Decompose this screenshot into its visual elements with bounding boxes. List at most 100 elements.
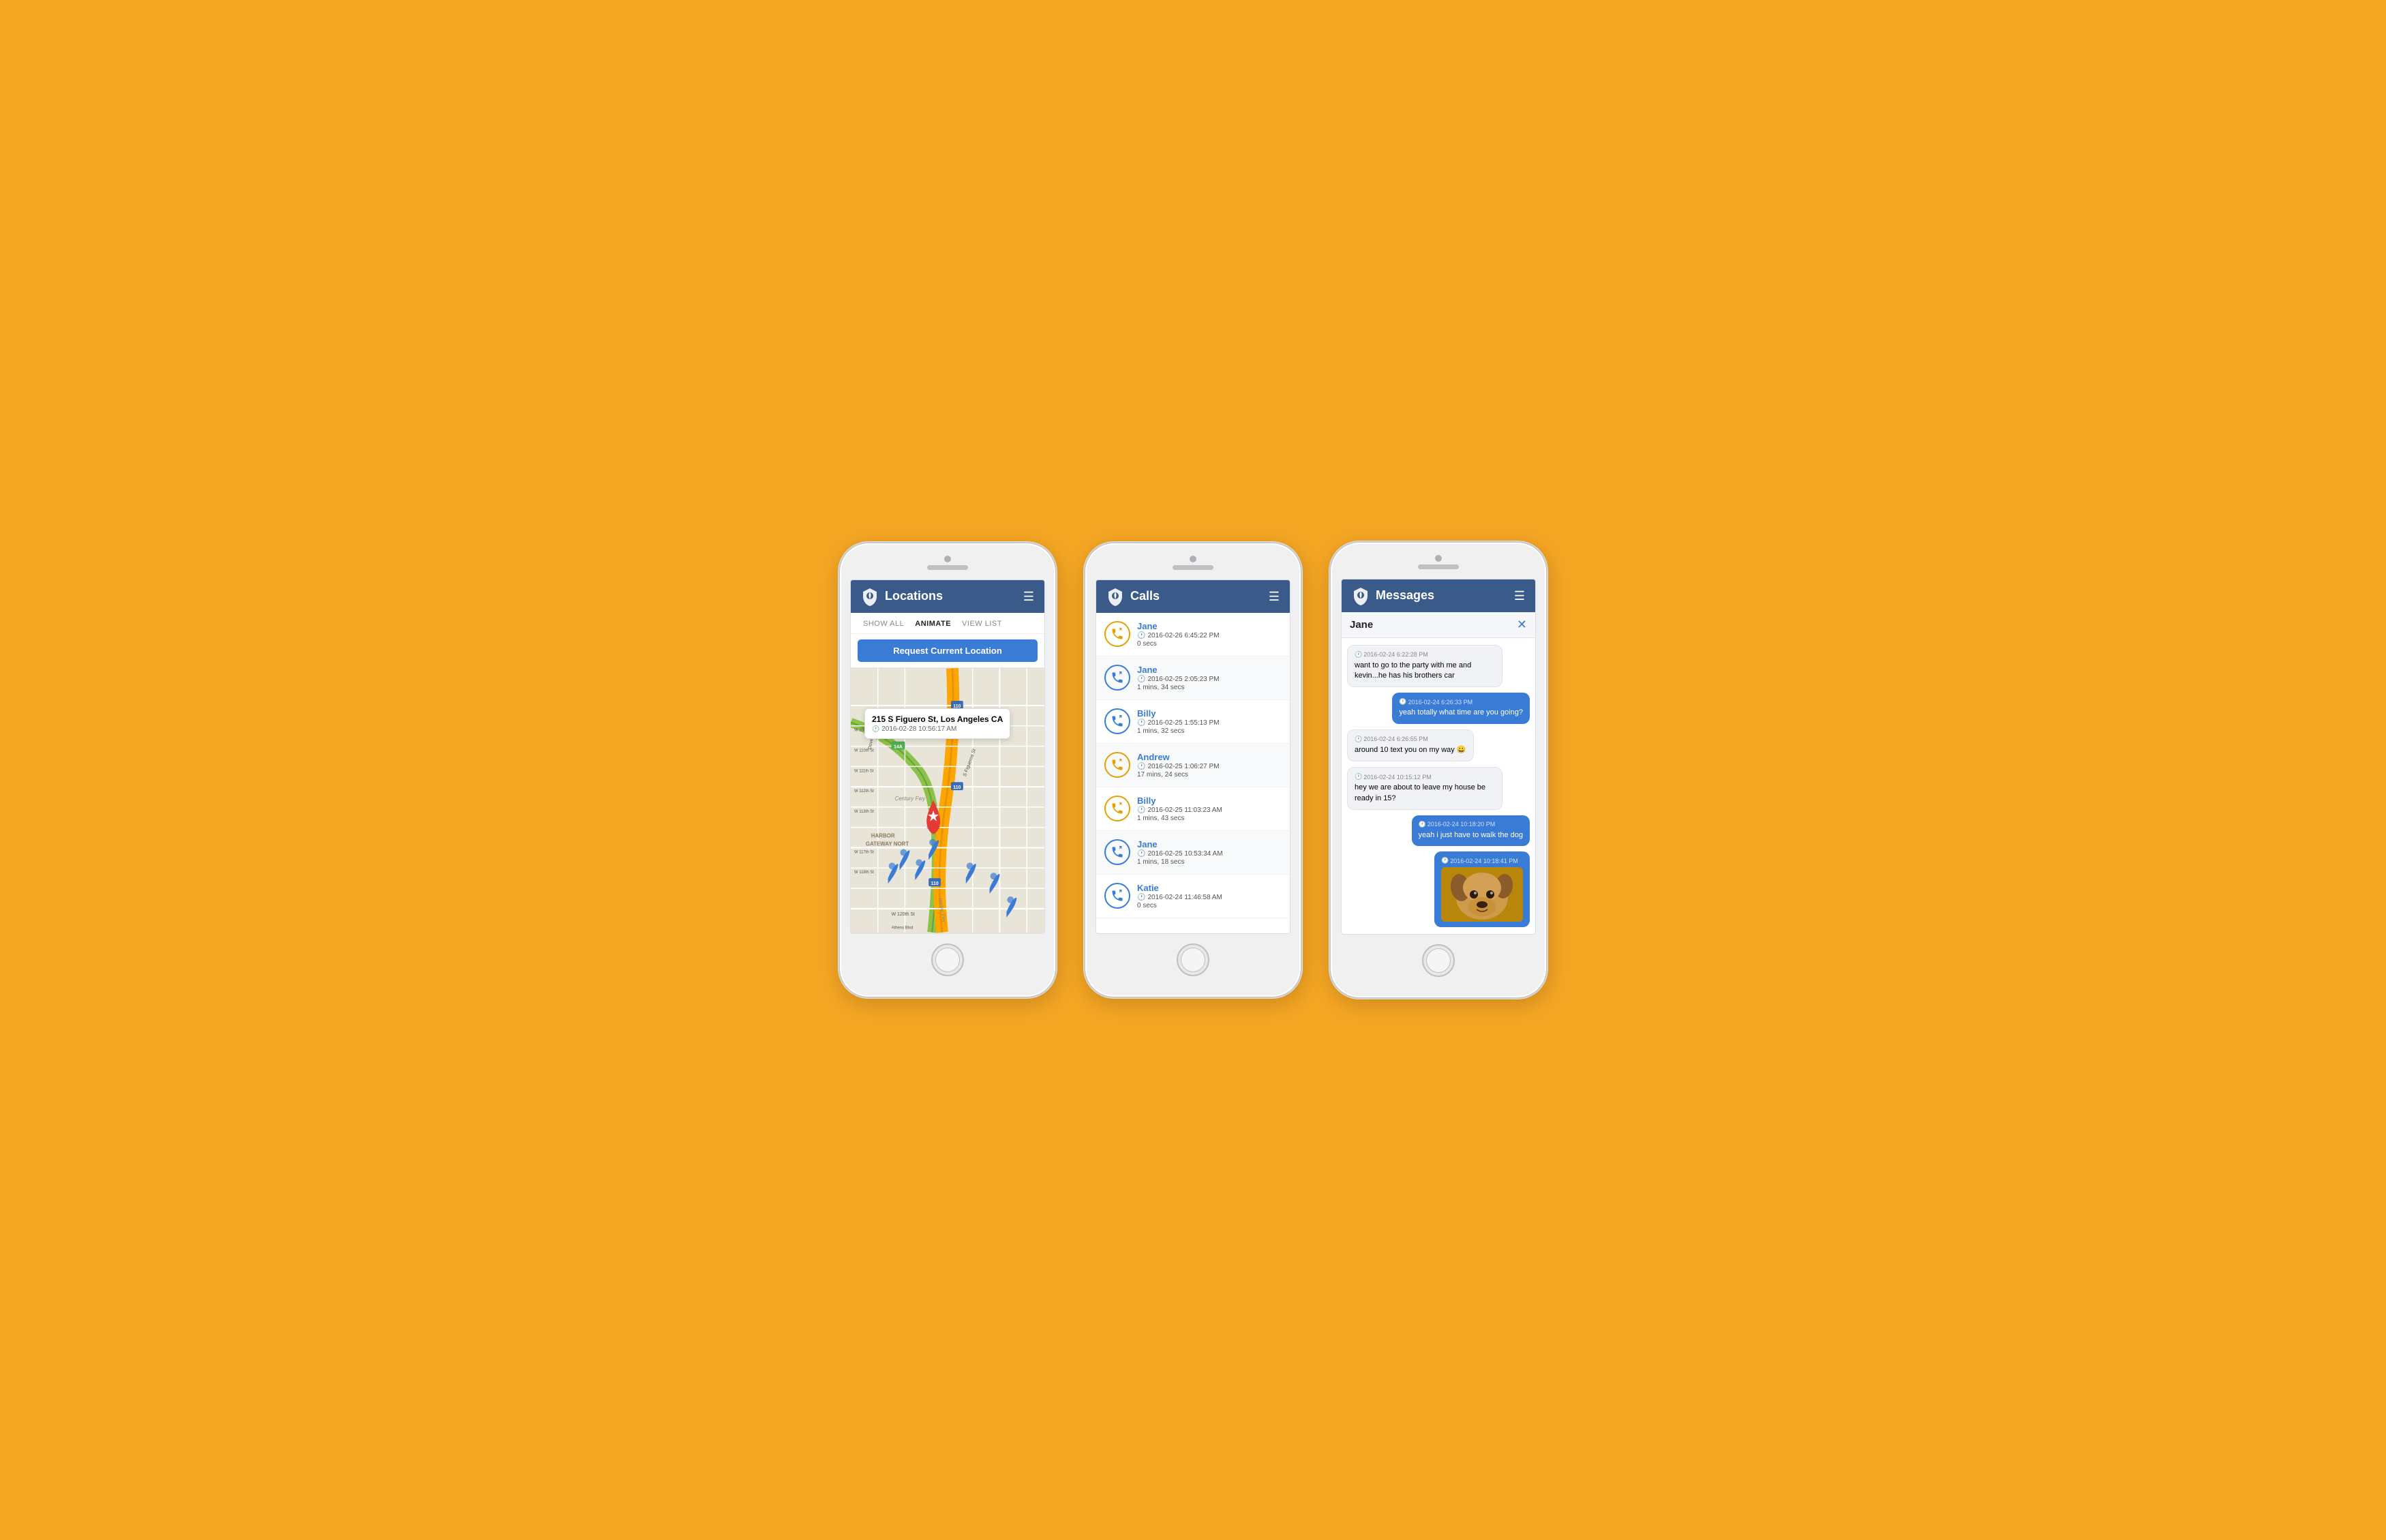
home-button-1[interactable] [931,943,964,976]
hamburger-icon-3[interactable]: ☰ [1514,590,1526,602]
messages-list: 🕐2016-02-24 6:22:28 PMwant to go to the … [1342,638,1535,935]
call-name: Jane [1137,839,1282,849]
call-details: Andrew 🕐2016-02-25 1:06:27 PM 17 mins, 2… [1137,752,1282,779]
call-name: Jane [1137,621,1282,631]
messages-header: Messages ☰ [1342,579,1535,612]
call-item[interactable]: Jane 🕐2016-02-25 2:05:23 PM 1 mins, 34 s… [1096,656,1290,700]
call-item[interactable]: Andrew 🕐2016-02-25 1:06:27 PM 17 mins, 2… [1096,744,1290,787]
shield-icon-messages [1351,586,1370,605]
hamburger-icon-2[interactable]: ☰ [1269,590,1280,603]
request-location-button[interactable]: Request Current Location [858,639,1038,662]
home-button-inner-3 [1426,948,1451,973]
call-item[interactable]: Billy 🕐2016-02-25 11:03:23 AM 1 mins, 43… [1096,787,1290,831]
home-button-inner-1 [935,948,960,972]
call-details: Katie 🕐2016-02-24 11:46:58 AM 0 secs [1137,883,1282,909]
call-duration: 1 mins, 43 secs [1137,815,1282,822]
svg-text:W 112th St: W 112th St [854,789,874,794]
svg-text:Athens Blvd: Athens Blvd [892,926,913,931]
home-button-3[interactable] [1422,944,1455,977]
call-item[interactable]: Billy 🕐2016-02-25 1:55:13 PM 1 mins, 32 … [1096,700,1290,744]
svg-text:W 111th St: W 111th St [854,769,874,773]
clock-icon-popup: 🕐 [872,725,879,733]
front-camera-3 [1435,555,1442,562]
msg-time: 🕐2016-02-24 10:18:41 PM [1441,857,1523,864]
screen-locations: Locations ☰ SHOW ALL ANIMATE VIEW LIST R… [850,579,1045,934]
call-name: Jane [1137,665,1282,675]
call-icon [1104,752,1130,778]
svg-text:Century Fwy: Century Fwy [895,796,926,802]
msg-time: 🕐2016-02-24 10:18:20 PM [1419,821,1523,828]
call-item[interactable]: Katie 🕐2016-02-24 11:46:58 AM 0 secs [1096,875,1290,918]
message-bubble: 🕐2016-02-24 6:22:28 PMwant to go to the … [1347,645,1502,688]
phone-calls: Calls ☰ Jane 🕐2016-02-26 6:45:22 PM 0 se… [1084,542,1302,998]
home-button-inner-2 [1181,948,1205,972]
call-duration: 17 mins, 24 secs [1137,771,1282,779]
call-details: Billy 🕐2016-02-25 1:55:13 PM 1 mins, 32 … [1137,708,1282,735]
shield-icon [860,587,879,606]
view-list-btn[interactable]: VIEW LIST [956,618,1008,629]
call-duration: 0 secs [1137,640,1282,648]
call-icon [1104,883,1130,909]
msg-text: want to go to the party with me and kevi… [1355,661,1495,682]
popup-time: 🕐 2016-02-28 10:56:17 AM [872,725,1003,733]
calls-list: Jane 🕐2016-02-26 6:45:22 PM 0 secs Jane … [1096,613,1290,918]
shield-icon-calls [1106,587,1125,606]
contact-name: Jane [1350,619,1373,631]
popup-address: 215 S Figuero St, Los Angeles CA [872,714,1003,724]
call-name: Katie [1137,883,1282,893]
msg-time: 🕐2016-02-24 6:26:33 PM [1399,698,1523,706]
msg-text: around 10 text you on my way 😀 [1355,745,1466,755]
call-details: Jane 🕐2016-02-25 10:53:34 AM 1 mins, 18 … [1137,839,1282,866]
phone-top-2 [1085,556,1301,574]
message-bubble: 🕐2016-02-24 6:26:55 PM around 10 text you… [1347,729,1474,761]
call-time: 🕐2016-02-25 1:06:27 PM [1137,763,1282,770]
message-bubble: 🕐2016-02-24 10:18:20 PM yeah i just have … [1412,815,1530,846]
call-icon [1104,621,1130,647]
call-details: Billy 🕐2016-02-25 11:03:23 AM 1 mins, 43… [1137,796,1282,822]
svg-text:110: 110 [931,881,939,886]
svg-text:W 118th St: W 118th St [854,871,874,875]
dog-image [1441,867,1523,922]
phone-speaker-2 [1173,565,1213,570]
hamburger-icon-1[interactable]: ☰ [1023,590,1035,603]
call-name: Andrew [1137,752,1282,762]
map-area[interactable]: S Figueroa St Dover St 110 110 110 14A H… [851,667,1044,933]
svg-text:HARBOR: HARBOR [871,833,895,839]
header-left: Locations [860,587,943,606]
screen-messages: Messages ☰ Jane ✕ 🕐2016-02-24 6:22:28 PM… [1341,579,1536,935]
call-name: Billy [1137,708,1282,719]
msg-time: 🕐2016-02-24 6:26:55 PM [1355,736,1466,743]
messages-contact-bar: Jane ✕ [1342,612,1535,638]
call-item[interactable]: Jane 🕐2016-02-26 6:45:22 PM 0 secs [1096,613,1290,656]
phone-speaker-3 [1418,564,1459,569]
home-button-2[interactable] [1177,943,1209,976]
locations-header: Locations ☰ [851,580,1044,613]
animate-btn[interactable]: ANIMATE [909,618,956,629]
call-duration: 1 mins, 34 secs [1137,684,1282,691]
call-time: 🕐2016-02-25 1:55:13 PM [1137,719,1282,727]
svg-text:14A: 14A [894,745,903,750]
msg-time: 🕐2016-02-24 10:15:12 PM [1355,773,1495,781]
header-left-calls: Calls [1106,587,1160,606]
locations-title: Locations [885,589,943,603]
svg-text:W 110th St: W 110th St [854,749,874,753]
call-icon [1104,708,1130,734]
call-item[interactable]: Jane 🕐2016-02-25 10:53:34 AM 1 mins, 18 … [1096,831,1290,875]
screen-calls: Calls ☰ Jane 🕐2016-02-26 6:45:22 PM 0 se… [1096,579,1290,934]
header-left-messages: Messages [1351,586,1434,605]
phone-top-1 [840,556,1055,574]
phone-locations: Locations ☰ SHOW ALL ANIMATE VIEW LIST R… [839,542,1057,998]
call-details: Jane 🕐2016-02-25 2:05:23 PM 1 mins, 34 s… [1137,665,1282,691]
call-duration: 1 mins, 32 secs [1137,727,1282,735]
front-camera-1 [944,556,951,562]
msg-text: yeah i just have to walk the dog [1419,830,1523,841]
calls-title: Calls [1130,589,1160,603]
message-bubble: 🕐2016-02-24 10:15:12 PMhey we are about … [1347,767,1502,810]
call-time: 🕐2016-02-25 10:53:34 AM [1137,850,1282,858]
show-all-btn[interactable]: SHOW ALL [858,618,909,629]
close-button[interactable]: ✕ [1517,618,1527,632]
call-icon [1104,839,1130,865]
svg-text:W 113th St: W 113th St [854,810,874,814]
front-camera-2 [1190,556,1196,562]
message-bubble: 🕐2016-02-24 6:26:33 PMyeah totally what … [1392,693,1530,723]
